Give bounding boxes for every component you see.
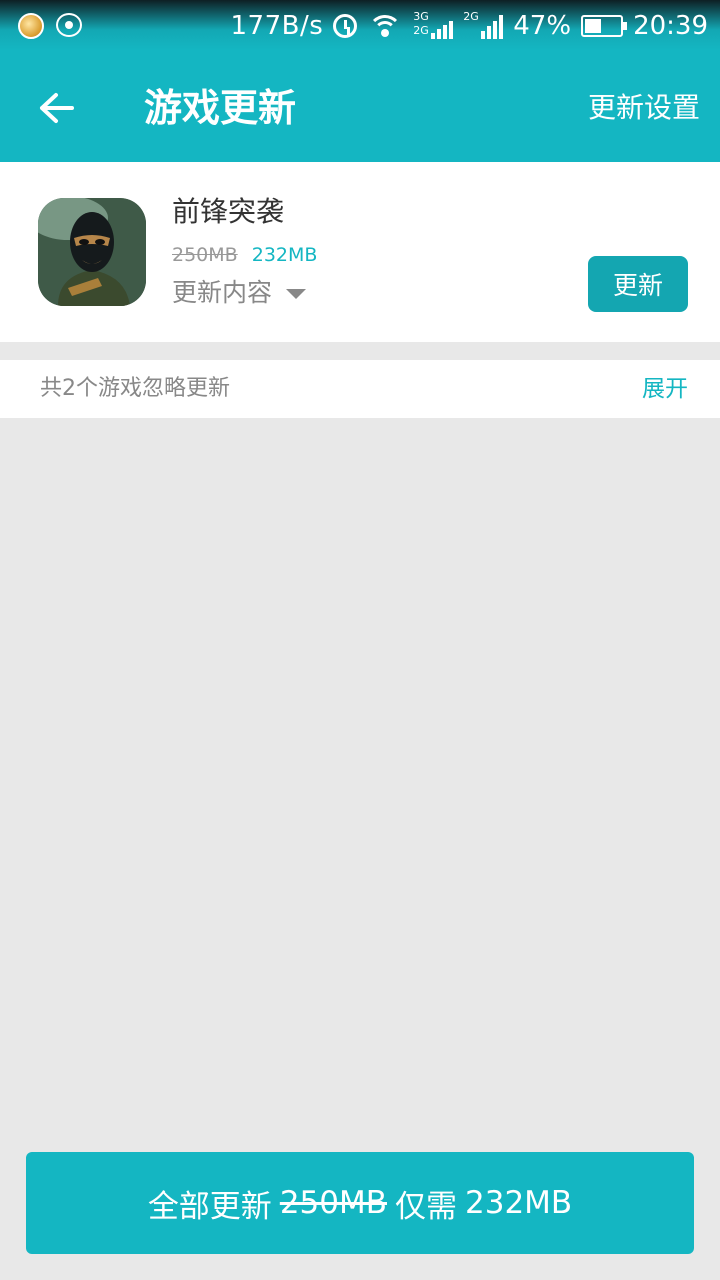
changelog-toggle[interactable]: 更新内容 — [172, 274, 307, 312]
clock: 20:39 — [633, 11, 708, 41]
update-all-old-size: 250MB — [279, 1185, 387, 1221]
update-all-button[interactable]: 全部更新 250MB 仅需 232MB — [26, 1152, 694, 1254]
battery-icon — [581, 15, 628, 37]
update-settings-button[interactable]: 更新设置 — [588, 86, 700, 130]
signal-label-2g-b: 2G — [463, 10, 479, 23]
caret-down-icon — [286, 289, 307, 299]
ignored-count-text: 共2个游戏忽略更新 — [40, 376, 230, 401]
game-name: 前锋突袭 — [172, 195, 285, 228]
new-size: 232MB — [251, 244, 318, 266]
update-button[interactable]: 更新 — [588, 256, 688, 312]
expand-button[interactable]: 展开 — [642, 372, 688, 406]
signal-label-3g: 3G — [413, 10, 429, 23]
back-arrow-icon — [40, 93, 74, 123]
signal-label-2g-a: 2G — [413, 24, 429, 37]
old-size: 250MB — [172, 244, 238, 266]
signal-3g-icon: 3G 2G — [413, 10, 454, 39]
message-notification-icon — [56, 13, 82, 37]
network-speed: 177B/s — [230, 11, 324, 41]
app-notification-icon — [18, 13, 44, 39]
battery-percent: 47% — [513, 11, 572, 41]
status-bar: 177B/s 3G 2G 2G 47% 20:39 — [0, 0, 720, 50]
status-right: 177B/s 3G 2G 2G 47% 20:39 — [230, 8, 708, 44]
size-info: 250MB 232MB — [172, 242, 317, 268]
notification-icons — [18, 13, 82, 39]
game-update-item[interactable]: 前锋突袭 250MB 232MB 更新内容 更新 — [0, 162, 720, 342]
back-button[interactable] — [28, 80, 84, 136]
masked-soldier-icon — [38, 198, 146, 306]
ignored-games-row: 共2个游戏忽略更新 展开 — [0, 360, 720, 418]
update-all-only-label: 仅需 — [395, 1188, 457, 1225]
alarm-icon — [333, 14, 358, 38]
update-all-new-size: 232MB — [465, 1185, 573, 1221]
app-bar: 游戏更新 更新设置 — [0, 50, 720, 162]
page-title: 游戏更新 — [144, 86, 297, 130]
signal-2g-icon: 2G — [463, 10, 504, 39]
update-all-label: 全部更新 — [147, 1188, 272, 1225]
game-icon[interactable] — [38, 198, 146, 306]
wifi-icon — [367, 13, 403, 39]
changelog-label: 更新内容 — [172, 278, 273, 307]
